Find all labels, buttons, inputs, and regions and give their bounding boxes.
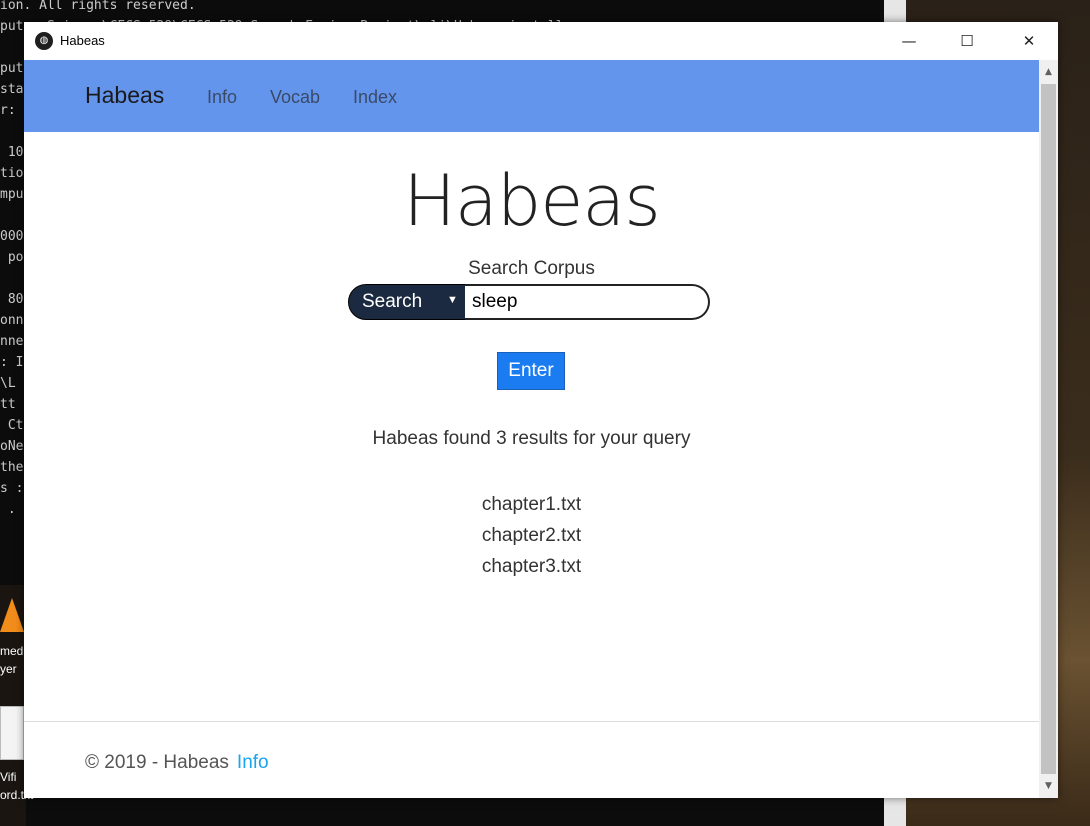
console-line: 10 [0,145,24,160]
close-button[interactable]: ✕ [1006,22,1052,60]
console-line: oNe [0,439,24,454]
minimize-button[interactable]: — [886,22,932,60]
scrollbar-thumb[interactable] [1041,84,1056,774]
console-line: onn [0,313,24,328]
nav-link-vocab[interactable]: Vocab [270,87,320,108]
main-content: Habeas Search Corpus Search ▼ Enter Habe… [24,132,1039,798]
footer: © 2019 - Habeas Info [85,752,269,774]
footer-info-link[interactable]: Info [237,752,269,773]
nav-link-info[interactable]: Info [207,87,237,108]
console-line: : I [0,355,24,370]
maximize-button[interactable]: ☐ [944,22,990,60]
file-desktop-label-1: Vifi [0,770,17,784]
enter-button[interactable]: Enter [497,352,565,390]
page-title: Habeas [403,160,660,242]
title-bar[interactable]: ◍ Habeas — ☐ ✕ [24,22,1058,60]
result-item[interactable]: chapter1.txt [24,489,1039,520]
nav-link-index[interactable]: Index [353,87,397,108]
console-line: Ct [0,418,24,433]
console-line: tt [0,397,16,412]
scroll-down-arrow-icon[interactable]: ▼ [1039,778,1058,794]
console-line: . [0,502,16,517]
search-input[interactable] [465,284,710,320]
chevron-down-icon: ▼ [447,294,458,306]
window-title: Habeas [60,33,105,48]
results-summary: Habeas found 3 results for your query [372,428,691,449]
console-line: ion. All rights reserved. [0,0,196,13]
footer-divider [24,721,1039,722]
result-item[interactable]: chapter2.txt [24,520,1039,551]
result-item[interactable]: chapter3.txt [24,551,1039,582]
search-group: Search ▼ [348,284,710,320]
results-list: chapter1.txt chapter2.txt chapter3.txt [24,489,1039,582]
console-line: 000 [0,229,24,244]
vlc-desktop-label-2: yer [0,662,17,676]
footer-copyright: © 2019 - Habeas [85,752,229,773]
console-line: po [0,250,24,265]
text-file-icon[interactable] [0,706,24,760]
console-line: 80 [0,292,24,307]
console-line: r: [0,103,16,118]
console-line: the [0,460,24,475]
vlc-media-player-icon[interactable] [0,598,24,632]
globe-icon: ◍ [35,32,53,50]
habeas-window: ◍ Habeas — ☐ ✕ Habeas Info Vocab Index ▲… [24,22,1058,798]
console-line: nne [0,334,24,349]
console-line: s : [0,481,24,496]
navbar: Habeas Info Vocab Index [24,60,1039,132]
vertical-scrollbar[interactable]: ▲ ▼ [1039,60,1058,798]
search-label: Search Corpus [468,258,595,279]
search-mode-select[interactable]: Search ▼ [348,284,466,320]
navbar-brand[interactable]: Habeas [85,82,164,109]
console-line: put [0,61,24,76]
vlc-desktop-label-1: med [0,644,24,658]
scroll-up-arrow-icon[interactable]: ▲ [1039,64,1058,80]
console-line: \L [0,376,16,391]
search-mode-value: Search [362,291,423,312]
